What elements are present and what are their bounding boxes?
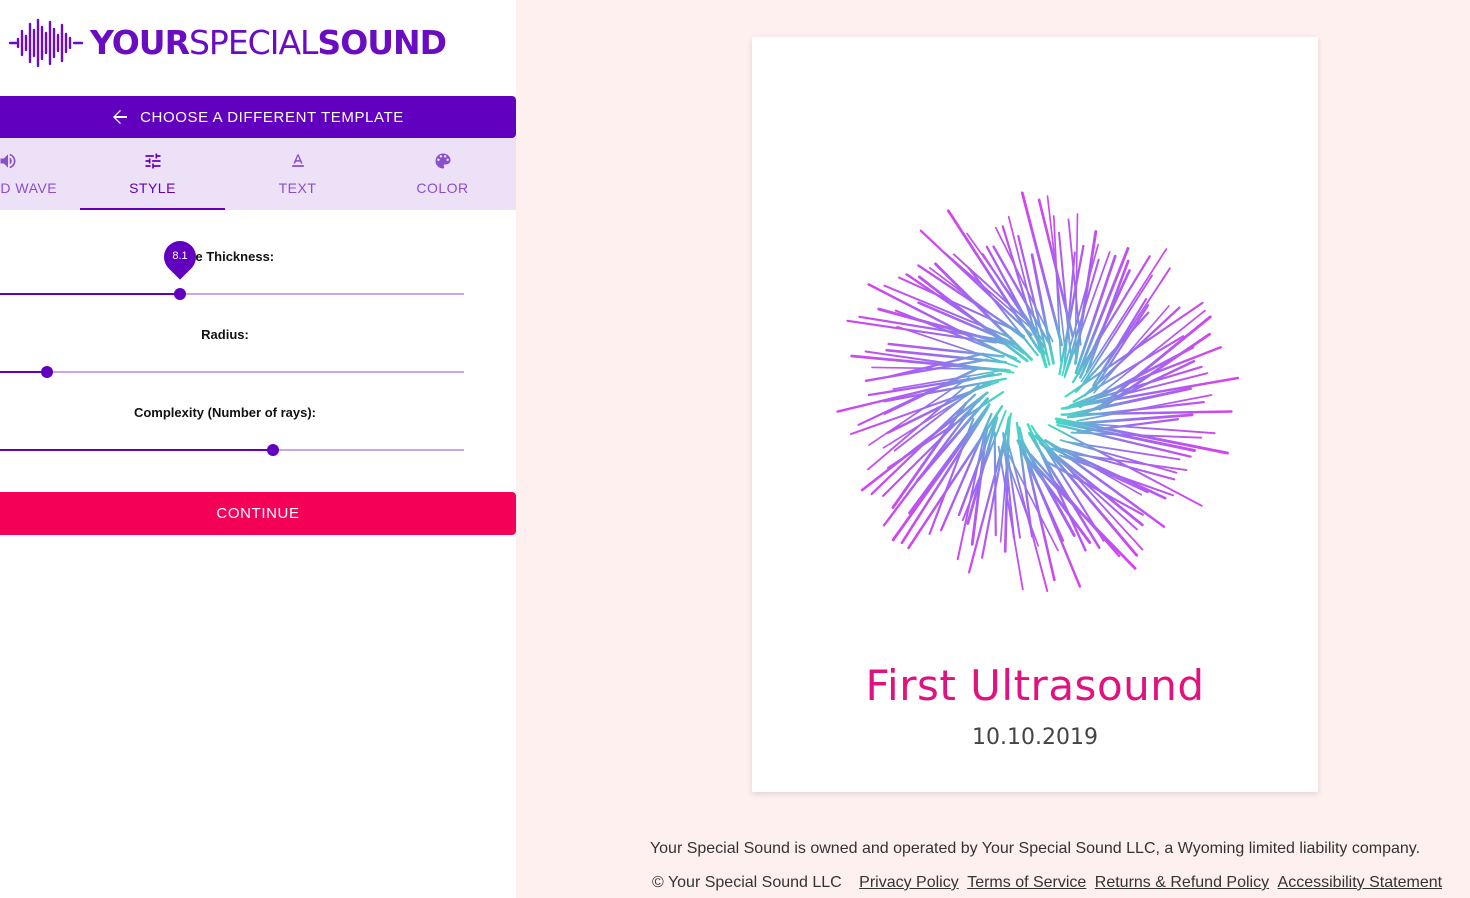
arrow-left-icon — [112, 109, 128, 125]
tab-color-label: COLOR — [416, 180, 469, 196]
brand-name-part: SOUND — [317, 23, 447, 62]
footer-copyright: © Your Special Sound LLC — [652, 874, 842, 891]
choose-different-template-button[interactable]: CHOOSE A DIFFERENT TEMPLATE — [0, 96, 516, 138]
soundwave-burst-artwork — [836, 191, 1240, 593]
complexity-label: Complexity (Number of rays): — [133, 405, 317, 420]
line-thickness-slider[interactable]: 8.1 — [0, 234, 464, 300]
slider-thumb[interactable] — [41, 366, 53, 378]
accessibility-statement-link[interactable]: Accessibility Statement — [1278, 874, 1443, 891]
radius-label: Radius: — [201, 327, 249, 342]
burst-center-hole — [1006, 366, 1064, 424]
burst-ray — [1015, 421, 1034, 538]
tab-sound-wave[interactable]: SOUND WAVE — [0, 138, 80, 210]
refund-policy-link[interactable]: Returns & Refund Policy — [1095, 874, 1269, 891]
tab-sound-wave-label: SOUND WAVE — [0, 180, 58, 196]
tab-color[interactable]: COLOR — [370, 138, 515, 210]
slider-fill — [0, 371, 47, 373]
tune-icon — [143, 150, 163, 172]
brand-logo[interactable]: YOURSPECIALSOUND — [8, 16, 447, 70]
continue-button[interactable]: CONTINUE — [0, 492, 516, 535]
poster-date: 10.10.2019 — [972, 725, 1098, 750]
poster-title: First Ultrasound — [865, 661, 1205, 710]
tab-text-label: TEXT — [278, 180, 317, 196]
privacy-policy-link[interactable]: Privacy Policy — [859, 874, 959, 891]
burst-ray — [1077, 246, 1130, 376]
editor-panel: YOURSPECIALSOUND CHOOSE A DIFFERENT TEMP… — [0, 0, 516, 898]
terms-of-service-link[interactable]: Terms of Service — [967, 874, 1086, 891]
soundwave-logo-icon — [8, 18, 84, 68]
complexity-slider[interactable] — [0, 444, 464, 456]
slider-fill — [0, 293, 180, 295]
poster-preview: First Ultrasound 10.10.2019 — [752, 37, 1318, 792]
slider-thumb[interactable] — [174, 288, 186, 300]
line-thickness-label: Line Thickness: — [175, 249, 275, 264]
editor-tabs: SOUND WAVE STYLE TEXT COLOR — [0, 138, 516, 210]
radius-slider[interactable] — [0, 366, 464, 378]
footer-links: © Your Special Sound LLC Privacy Policy … — [652, 874, 1442, 892]
tab-text[interactable]: TEXT — [225, 138, 370, 210]
slider-thumb[interactable] — [267, 444, 279, 456]
tab-style[interactable]: STYLE — [80, 138, 225, 210]
tab-style-label: STYLE — [129, 180, 176, 196]
palette-icon — [433, 150, 453, 172]
brand-name-part: YOUR — [90, 23, 190, 62]
choose-template-label: CHOOSE A DIFFERENT TEMPLATE — [140, 108, 404, 126]
brand-wordmark: YOURSPECIALSOUND — [90, 16, 447, 70]
preview-area: First Ultrasound 10.10.2019 Your Special… — [516, 0, 1470, 898]
value-tooltip-text: 8.1 — [172, 250, 188, 262]
text-format-icon — [288, 150, 308, 172]
brand-name-part: SPECIAL — [188, 23, 318, 62]
volume-icon — [0, 150, 18, 172]
slider-fill — [0, 449, 273, 451]
footer-statement: Your Special Sound is owned and operated… — [649, 840, 1421, 857]
